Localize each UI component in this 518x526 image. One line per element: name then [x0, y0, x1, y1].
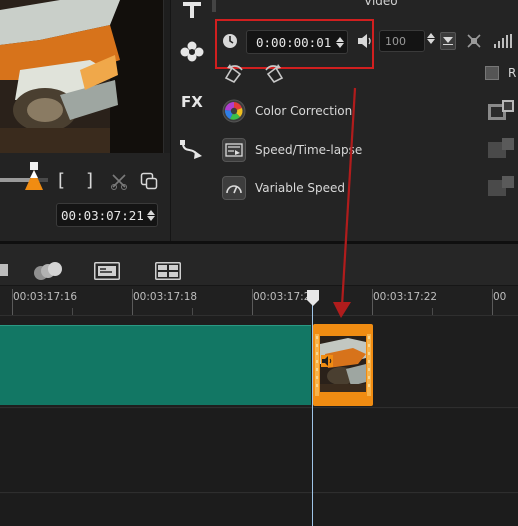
video-editor-window: [ ] 00:03:07:21 FX Video 0:00:00:01 100 … [0, 0, 518, 526]
annotation-arrow [333, 87, 357, 318]
